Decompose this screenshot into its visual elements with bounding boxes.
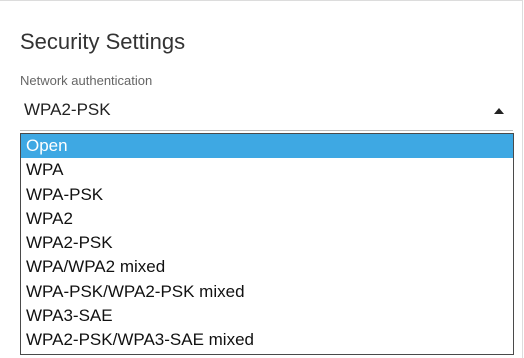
option-wpa2-psk-wpa3-sae-mixed[interactable]: WPA2-PSK/WPA3-SAE mixed [21,328,513,352]
option-open[interactable]: Open [21,134,513,159]
authentication-options-list: Open WPA WPA-PSK WPA2 WPA2-PSK WPA/WPA2 … [20,133,514,355]
selected-value: WPA2-PSK [24,100,111,119]
network-authentication-label: Network authentication [20,73,153,88]
option-wpa2-psk[interactable]: WPA2-PSK [21,231,513,255]
option-wpa-psk[interactable]: WPA-PSK [21,183,513,207]
option-wpa-psk-wpa2-psk-mixed[interactable]: WPA-PSK/WPA2-PSK mixed [21,280,513,304]
option-wpa[interactable]: WPA [21,158,513,182]
security-settings-panel: Security Settings Network authentication… [0,0,523,358]
network-authentication-select[interactable]: WPA2-PSK [20,90,513,131]
option-wpa-wpa2-mixed[interactable]: WPA/WPA2 mixed [21,255,513,279]
option-wpa2[interactable]: WPA2 [21,207,513,231]
page-title: Security Settings [20,29,186,54]
caret-up-icon [494,108,504,114]
option-wpa3-sae[interactable]: WPA3-SAE [21,304,513,328]
